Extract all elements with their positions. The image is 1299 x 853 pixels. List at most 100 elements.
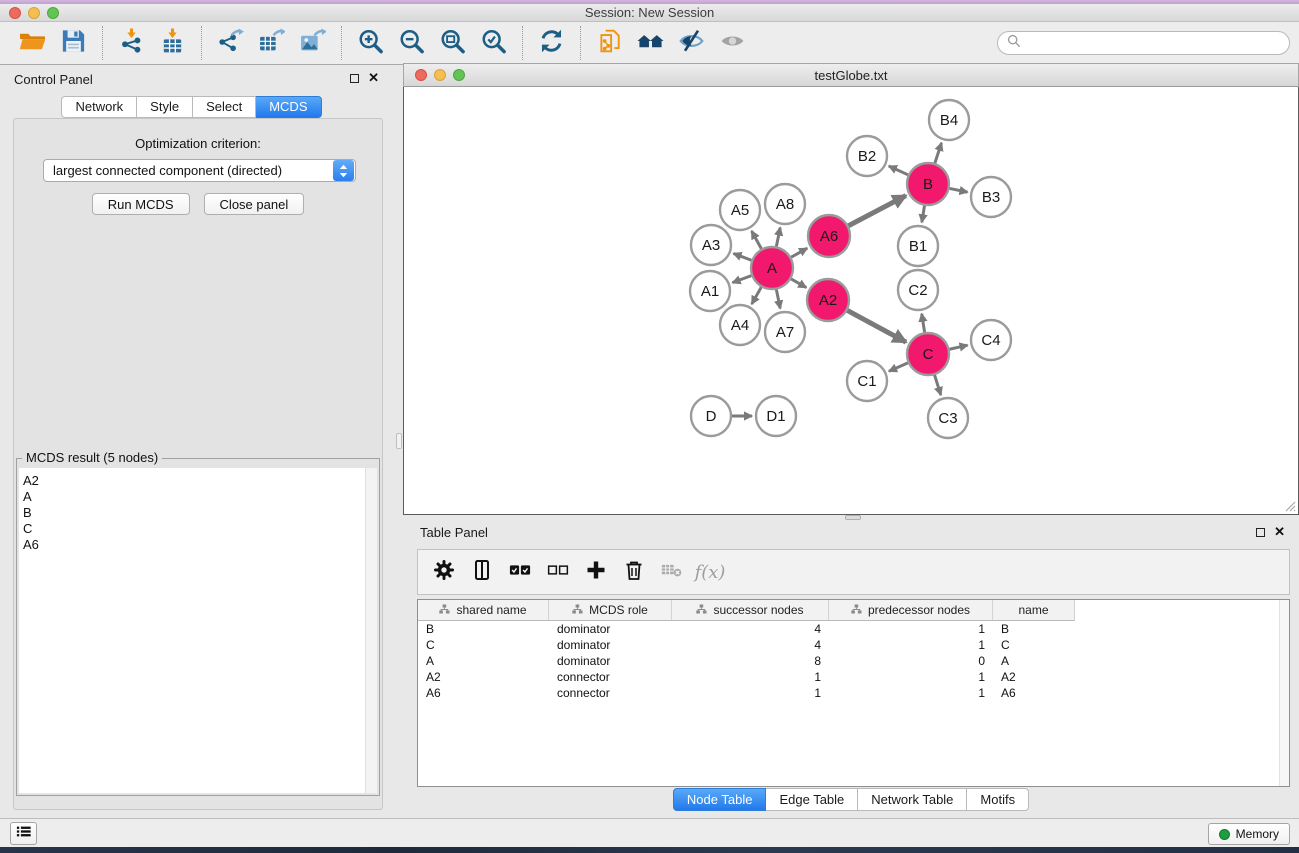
graph-edge-A-A2[interactable] bbox=[791, 279, 806, 288]
mcds-result-item[interactable]: C bbox=[19, 521, 377, 537]
hide-selected-button[interactable] bbox=[671, 25, 712, 61]
tab-select[interactable]: Select bbox=[193, 96, 256, 118]
graph-node-A2[interactable]: A2 bbox=[807, 279, 849, 321]
graph-node-A4[interactable]: A4 bbox=[720, 305, 760, 345]
graph-edge-B-B3[interactable] bbox=[950, 188, 968, 192]
graph-edge-A2-C[interactable] bbox=[847, 310, 906, 342]
graph-edge-A-A7[interactable] bbox=[776, 290, 780, 309]
graph-edge-C-C2[interactable] bbox=[922, 314, 925, 333]
column-header-mcds-role[interactable]: MCDS role bbox=[549, 600, 672, 621]
graph-node-C4[interactable]: C4 bbox=[971, 320, 1011, 360]
show-eye-button[interactable] bbox=[712, 25, 753, 61]
home-button[interactable] bbox=[630, 25, 671, 61]
graph-node-A5[interactable]: A5 bbox=[720, 190, 760, 230]
select-all-button[interactable] bbox=[501, 553, 539, 591]
mcds-result-item[interactable]: B bbox=[19, 505, 377, 521]
graph-node-D[interactable]: D bbox=[691, 396, 731, 436]
graph-edge-A-A5[interactable] bbox=[752, 231, 762, 249]
resize-grip-icon[interactable] bbox=[1284, 500, 1296, 512]
refresh-button[interactable] bbox=[531, 25, 572, 61]
close-panel-button[interactable]: Close panel bbox=[204, 193, 305, 215]
table-settings-button[interactable] bbox=[425, 553, 463, 591]
graph-node-D1[interactable]: D1 bbox=[756, 396, 796, 436]
table-scrollbar[interactable] bbox=[1279, 600, 1289, 786]
open-folder-button[interactable] bbox=[12, 25, 53, 61]
graph-edge-A-A4[interactable] bbox=[752, 287, 761, 304]
float-panel-icon[interactable] bbox=[350, 74, 359, 83]
tab-edge-table[interactable]: Edge Table bbox=[766, 788, 858, 811]
graph-node-A8[interactable]: A8 bbox=[765, 184, 805, 224]
tab-network-table[interactable]: Network Table bbox=[858, 788, 967, 811]
zoom-in-button[interactable] bbox=[350, 25, 391, 61]
network-window-titlebar[interactable]: testGlobe.txt bbox=[403, 63, 1299, 87]
graph-node-B4[interactable]: B4 bbox=[929, 100, 969, 140]
mcds-list-scrollbar[interactable] bbox=[365, 468, 377, 793]
graph-edge-C-C1[interactable] bbox=[889, 363, 908, 371]
network-canvas[interactable]: AA1A2A3A4A5A6A7A8BB1B2B3B4CC1C2C3C4DD1 bbox=[403, 87, 1299, 515]
show-columns-button[interactable] bbox=[463, 553, 501, 591]
column-header-shared-name[interactable]: shared name bbox=[418, 600, 549, 621]
graph-node-B2[interactable]: B2 bbox=[847, 136, 887, 176]
graph-node-C2[interactable]: C2 bbox=[898, 270, 938, 310]
export-image-button[interactable] bbox=[292, 25, 333, 61]
table-row[interactable]: Cdominator41C bbox=[418, 637, 1289, 653]
close-panel-icon[interactable]: ✕ bbox=[1274, 527, 1285, 537]
table-row[interactable]: Bdominator41B bbox=[418, 621, 1289, 637]
graph-node-B3[interactable]: B3 bbox=[971, 177, 1011, 217]
graph-edge-A-A1[interactable] bbox=[733, 276, 752, 283]
unselect-all-button[interactable] bbox=[539, 553, 577, 591]
tab-network[interactable]: Network bbox=[61, 96, 137, 118]
network-close-button[interactable] bbox=[415, 69, 427, 81]
graph-node-A6[interactable]: A6 bbox=[808, 215, 850, 257]
graph-edge-C-C4[interactable] bbox=[949, 345, 967, 349]
import-table-button[interactable] bbox=[152, 25, 193, 61]
export-table-button[interactable] bbox=[251, 25, 292, 61]
graph-edge-A6-B[interactable] bbox=[848, 196, 905, 226]
optimization-criterion-select[interactable]: largest connected component (directed) bbox=[43, 159, 356, 182]
memory-button[interactable]: Memory bbox=[1208, 823, 1290, 845]
graph-node-B1[interactable]: B1 bbox=[898, 226, 938, 266]
close-panel-icon[interactable]: ✕ bbox=[368, 73, 379, 83]
graph-node-A7[interactable]: A7 bbox=[765, 312, 805, 352]
tab-node-table[interactable]: Node Table bbox=[673, 788, 767, 811]
float-panel-icon[interactable] bbox=[1256, 528, 1265, 537]
network-minimize-button[interactable] bbox=[434, 69, 446, 81]
graph-node-C[interactable]: C bbox=[907, 333, 949, 375]
run-mcds-button[interactable]: Run MCDS bbox=[92, 193, 190, 215]
zoom-out-button[interactable] bbox=[391, 25, 432, 61]
graph-node-B[interactable]: B bbox=[907, 163, 949, 205]
close-window-button[interactable] bbox=[9, 7, 21, 19]
tab-mcds[interactable]: MCDS bbox=[256, 96, 321, 118]
graph-edge-A-A8[interactable] bbox=[776, 228, 780, 247]
tab-style[interactable]: Style bbox=[137, 96, 193, 118]
delete-row-button[interactable] bbox=[615, 553, 653, 591]
mcds-result-item[interactable]: A2 bbox=[19, 473, 377, 489]
import-network-button[interactable] bbox=[111, 25, 152, 61]
column-header-predecessor-nodes[interactable]: predecessor nodes bbox=[829, 600, 993, 621]
mcds-result-item[interactable]: A bbox=[19, 489, 377, 505]
zoom-selected-button[interactable] bbox=[473, 25, 514, 61]
graph-node-A[interactable]: A bbox=[751, 247, 793, 289]
graph-edge-B-B1[interactable] bbox=[922, 206, 925, 223]
network-zoom-button[interactable] bbox=[453, 69, 465, 81]
tab-motifs[interactable]: Motifs bbox=[967, 788, 1029, 811]
graph-node-C1[interactable]: C1 bbox=[847, 361, 887, 401]
graph-edge-B-B4[interactable] bbox=[935, 143, 942, 163]
table-row[interactable]: A2connector11A2 bbox=[418, 669, 1289, 685]
graph-edge-B-B2[interactable] bbox=[889, 166, 908, 175]
graph-edge-C-C3[interactable] bbox=[935, 375, 941, 395]
save-button[interactable] bbox=[53, 25, 94, 61]
table-row[interactable]: Adominator80A bbox=[418, 653, 1289, 669]
search-box[interactable] bbox=[997, 31, 1290, 55]
column-header-successor-nodes[interactable]: successor nodes bbox=[672, 600, 829, 621]
graph-edge-A-A3[interactable] bbox=[733, 253, 751, 260]
column-header-name[interactable]: name bbox=[993, 600, 1075, 621]
add-row-button[interactable] bbox=[577, 553, 615, 591]
graph-node-C3[interactable]: C3 bbox=[928, 398, 968, 438]
open-recent-button[interactable] bbox=[589, 25, 630, 61]
mcds-result-item[interactable]: A6 bbox=[19, 537, 377, 553]
splitter-handle[interactable] bbox=[396, 433, 402, 449]
show-panels-button[interactable] bbox=[10, 822, 37, 845]
search-input[interactable] bbox=[1026, 36, 1280, 51]
graph-node-A3[interactable]: A3 bbox=[691, 225, 731, 265]
